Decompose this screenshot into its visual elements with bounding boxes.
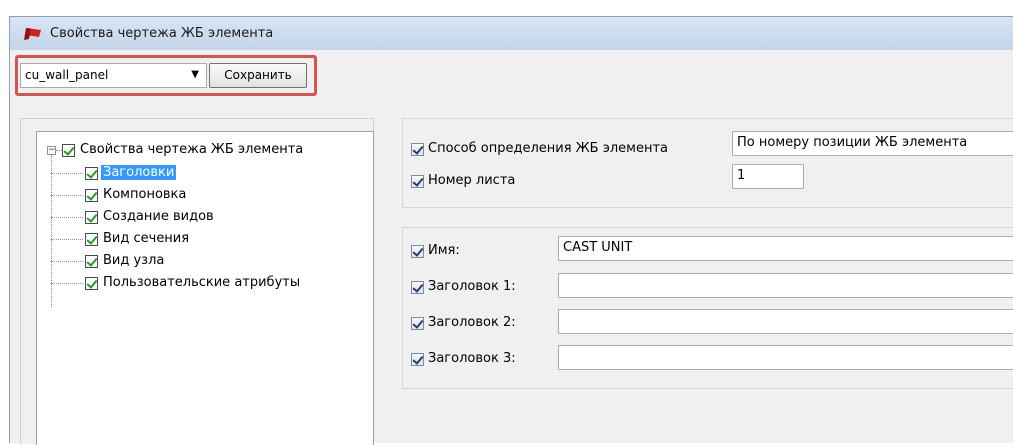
title2-label: Заголовок 2: [428,315,516,330]
tree-item-checkbox[interactable] [85,277,98,290]
window-title: Свойства чертежа ЖБ элемента [50,26,274,41]
tree-item-checkbox[interactable] [85,167,98,180]
titles-group: Имя: CAST UNIT Заголовок 1: Заголовок 2:… [402,227,1013,389]
tree-panel: − Свойства чертежа ЖБ элемента Заголовки… [20,118,374,445]
tree-item-view-creation[interactable]: Создание видов [103,209,214,224]
tree-connector [51,173,83,174]
name-checkbox[interactable] [411,245,424,258]
tree-connector [51,217,83,218]
tree-item-checkbox[interactable] [85,233,98,246]
name-field[interactable]: CAST UNIT [558,236,1013,261]
title1-label: Заголовок 1: [428,279,516,294]
method-label: Способ определения ЖБ элемента [428,141,669,156]
tree-item-detail-view[interactable]: Вид узла [103,253,164,268]
properties-tree: − Свойства чертежа ЖБ элемента Заголовки… [36,131,374,445]
collapse-toggle-icon[interactable]: − [47,146,56,155]
title1-checkbox[interactable] [411,281,424,294]
tree-connector [51,155,52,307]
sheet-number-checkbox[interactable] [411,175,424,188]
tree-root-checkbox[interactable] [62,144,75,157]
save-button[interactable]: Сохранить [209,63,307,88]
title3-label: Заголовок 3: [428,351,516,366]
title3-checkbox[interactable] [411,353,424,366]
tree-connector [51,239,83,240]
tree-root-label[interactable]: Свойства чертежа ЖБ элемента [80,142,303,157]
tree-connector [51,195,83,196]
properties-window: Свойства чертежа ЖБ элемента cu_wall_pan… [9,16,1013,445]
method-field[interactable]: По номеру позиции ЖБ элемента [732,131,1013,156]
tree-item-checkbox[interactable] [85,211,98,224]
tree-item-section-view[interactable]: Вид сечения [103,231,189,246]
tree-item-user-attributes[interactable]: Пользовательские атрибуты [103,275,300,290]
tree-connector [51,261,83,262]
title2-checkbox[interactable] [411,317,424,330]
tree-item-layout[interactable]: Компоновка [103,187,186,202]
sheet-number-label: Номер листа [428,173,516,188]
title2-field[interactable] [558,309,1013,334]
definition-group: Способ определения ЖБ элемента По номеру… [402,118,1013,208]
tree-connector [51,283,83,284]
title1-field[interactable] [558,273,1013,298]
tree-item-checkbox[interactable] [85,189,98,202]
tree-item-titles[interactable]: Заголовки [101,165,177,180]
preset-dropdown-value: cu_wall_panel [25,68,109,82]
sheet-number-field[interactable]: 1 [732,164,804,189]
title3-field[interactable] [558,345,1013,370]
title-bar: Свойства чертежа ЖБ элемента [10,17,1013,50]
name-label: Имя: [428,243,460,258]
method-checkbox[interactable] [411,143,424,156]
chevron-down-icon: ▼ [191,69,199,80]
red-flag-app-icon [24,28,41,40]
tree-item-checkbox[interactable] [85,255,98,268]
preset-dropdown[interactable]: cu_wall_panel ▼ [20,63,207,88]
